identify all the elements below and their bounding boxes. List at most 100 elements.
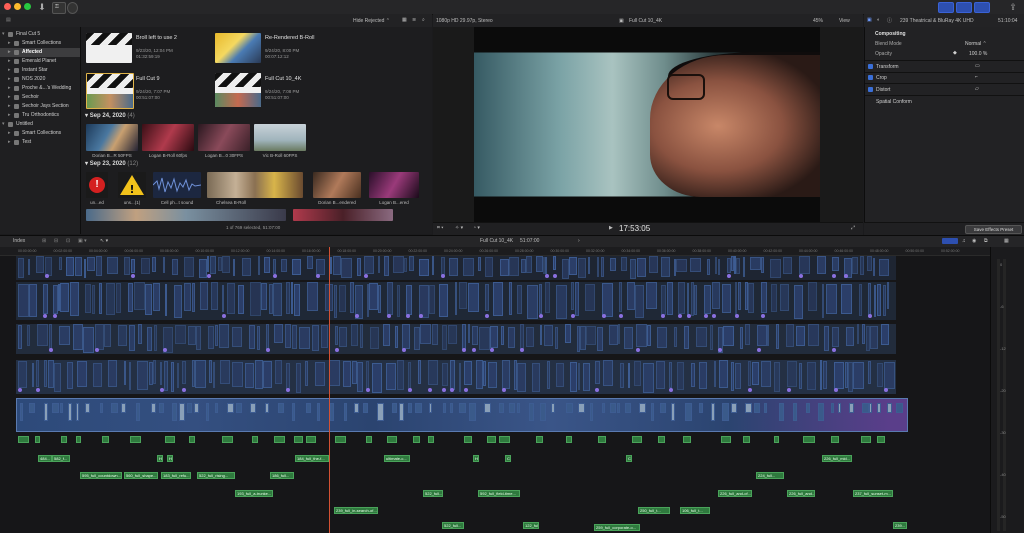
audio-stub[interactable] [536,436,543,443]
connected-video-clip[interactable] [841,284,852,314]
storyline-clip[interactable] [745,403,752,413]
storyline-clip[interactable] [722,403,729,421]
audio-clip[interactable]: 484... [38,455,52,462]
view-popup[interactable]: View [839,18,850,24]
clip-marker[interactable] [799,274,803,278]
connected-video-clip[interactable] [383,324,390,346]
connected-video-clip[interactable] [195,360,206,388]
storyline-clip[interactable] [551,403,555,413]
connected-video-clip[interactable] [106,283,115,315]
connected-video-clip[interactable] [154,325,157,351]
connected-video-clip[interactable] [18,361,27,388]
connected-video-clip[interactable] [817,256,826,274]
clip-marker[interactable] [18,388,22,392]
connected-video-clip[interactable] [107,257,118,274]
waveform-icon[interactable]: ≋ [412,17,416,23]
connected-video-clip[interactable] [868,283,871,317]
connected-video-clip[interactable] [586,326,596,345]
toggle-timeline-button[interactable] [956,2,972,13]
audio-clip[interactable]: H [167,455,173,462]
connected-video-clip[interactable] [570,362,577,392]
clip-thumbnail-selected[interactable] [86,73,134,109]
connected-video-clip[interactable] [18,258,24,278]
connected-video-clip[interactable] [418,360,421,384]
connected-video-clip[interactable] [500,259,509,276]
library-item[interactable]: ▸ Test [0,138,80,147]
clip-marker[interactable] [735,314,739,318]
storyline-clip[interactable] [44,403,48,421]
audio-stub[interactable] [102,436,109,443]
connected-video-clip[interactable] [731,362,734,391]
clip-filmstrip[interactable] [293,209,393,221]
storyline-clip[interactable] [187,403,192,413]
storyline-clip[interactable] [779,403,784,421]
storyline-clip[interactable] [85,403,90,413]
connected-video-clip[interactable] [862,324,865,344]
audio-clip[interactable]: 239_full_in-search-of... [334,507,378,514]
connected-video-clip[interactable] [238,285,244,314]
connected-video-clip[interactable] [245,363,254,388]
library-item[interactable]: ▸ Emerald Planet [0,57,80,66]
connected-video-clip[interactable] [602,283,613,317]
connected-video-clip[interactable] [312,325,319,351]
close-window-button[interactable] [4,3,11,10]
connected-video-clip[interactable] [36,360,39,387]
connected-video-clip[interactable] [250,282,261,316]
audio-clip[interactable]: 582_f... [52,455,70,462]
storyline-clip[interactable] [136,403,140,421]
connected-video-clip[interactable] [776,324,779,349]
connected-video-clip[interactable] [501,326,504,345]
clip-filmstrip[interactable] [207,172,303,198]
connected-video-clip[interactable] [18,284,29,317]
audio-stub[interactable] [803,436,815,443]
connected-video-clip[interactable] [684,326,689,349]
disclosure-triangle-icon[interactable]: ▸ [8,48,11,57]
audio-stub[interactable] [721,436,731,443]
audio-clip[interactable]: 595_full_countdown... [80,472,122,479]
connected-video-clip[interactable] [674,327,677,347]
connected-video-clip[interactable] [562,259,569,279]
connected-video-clip[interactable] [527,285,538,319]
clip-marker[interactable] [335,348,339,352]
clip-marker[interactable] [53,314,57,318]
storyline-clip[interactable] [227,403,234,413]
clip-marker[interactable] [602,314,606,318]
connected-video-clip[interactable] [852,257,858,274]
connected-video-clip[interactable] [735,363,741,389]
clip-marker[interactable] [761,314,765,318]
audio-skimming-icon[interactable]: ♫ [962,238,966,244]
audio-stub[interactable] [165,436,175,443]
audio-stub[interactable] [658,436,665,443]
connected-video-clip[interactable] [630,259,636,279]
connected-video-clip[interactable] [450,360,455,390]
connected-video-clip[interactable] [569,257,577,275]
connected-video-clip[interactable] [219,324,229,348]
connected-video-clip[interactable] [70,282,79,316]
connected-video-clip[interactable] [77,361,87,387]
connected-video-clip[interactable] [343,361,351,387]
connected-video-clip[interactable] [273,283,282,316]
connected-video-clip[interactable] [124,257,130,275]
connected-video-clip[interactable] [619,282,622,312]
connected-video-clip[interactable] [370,327,379,349]
connected-video-clip[interactable] [233,259,235,276]
storyline-clip[interactable] [566,403,573,413]
connected-video-clip[interactable] [661,257,670,277]
connected-video-clip[interactable] [767,325,769,346]
connected-video-clip[interactable] [868,361,871,384]
connected-video-clip[interactable] [556,363,564,387]
connected-video-clip[interactable] [177,363,179,388]
connected-video-clip[interactable] [690,258,701,272]
storyline-clip[interactable] [392,403,397,413]
connected-video-clip[interactable] [147,327,152,351]
connected-video-clip[interactable] [357,258,361,276]
audio-stub[interactable] [252,436,258,443]
connected-video-clip[interactable] [488,362,497,388]
connected-video-clip[interactable] [884,362,895,389]
audio-stub[interactable] [598,436,606,443]
clip-thumbnail[interactable] [198,124,250,151]
audio-clip[interactable]: 226_full_and-of... [718,490,752,497]
connected-video-clip[interactable] [397,360,404,390]
audio-clip[interactable]: 237_full_sunset-m... [853,490,893,497]
connected-video-clip[interactable] [266,324,269,350]
